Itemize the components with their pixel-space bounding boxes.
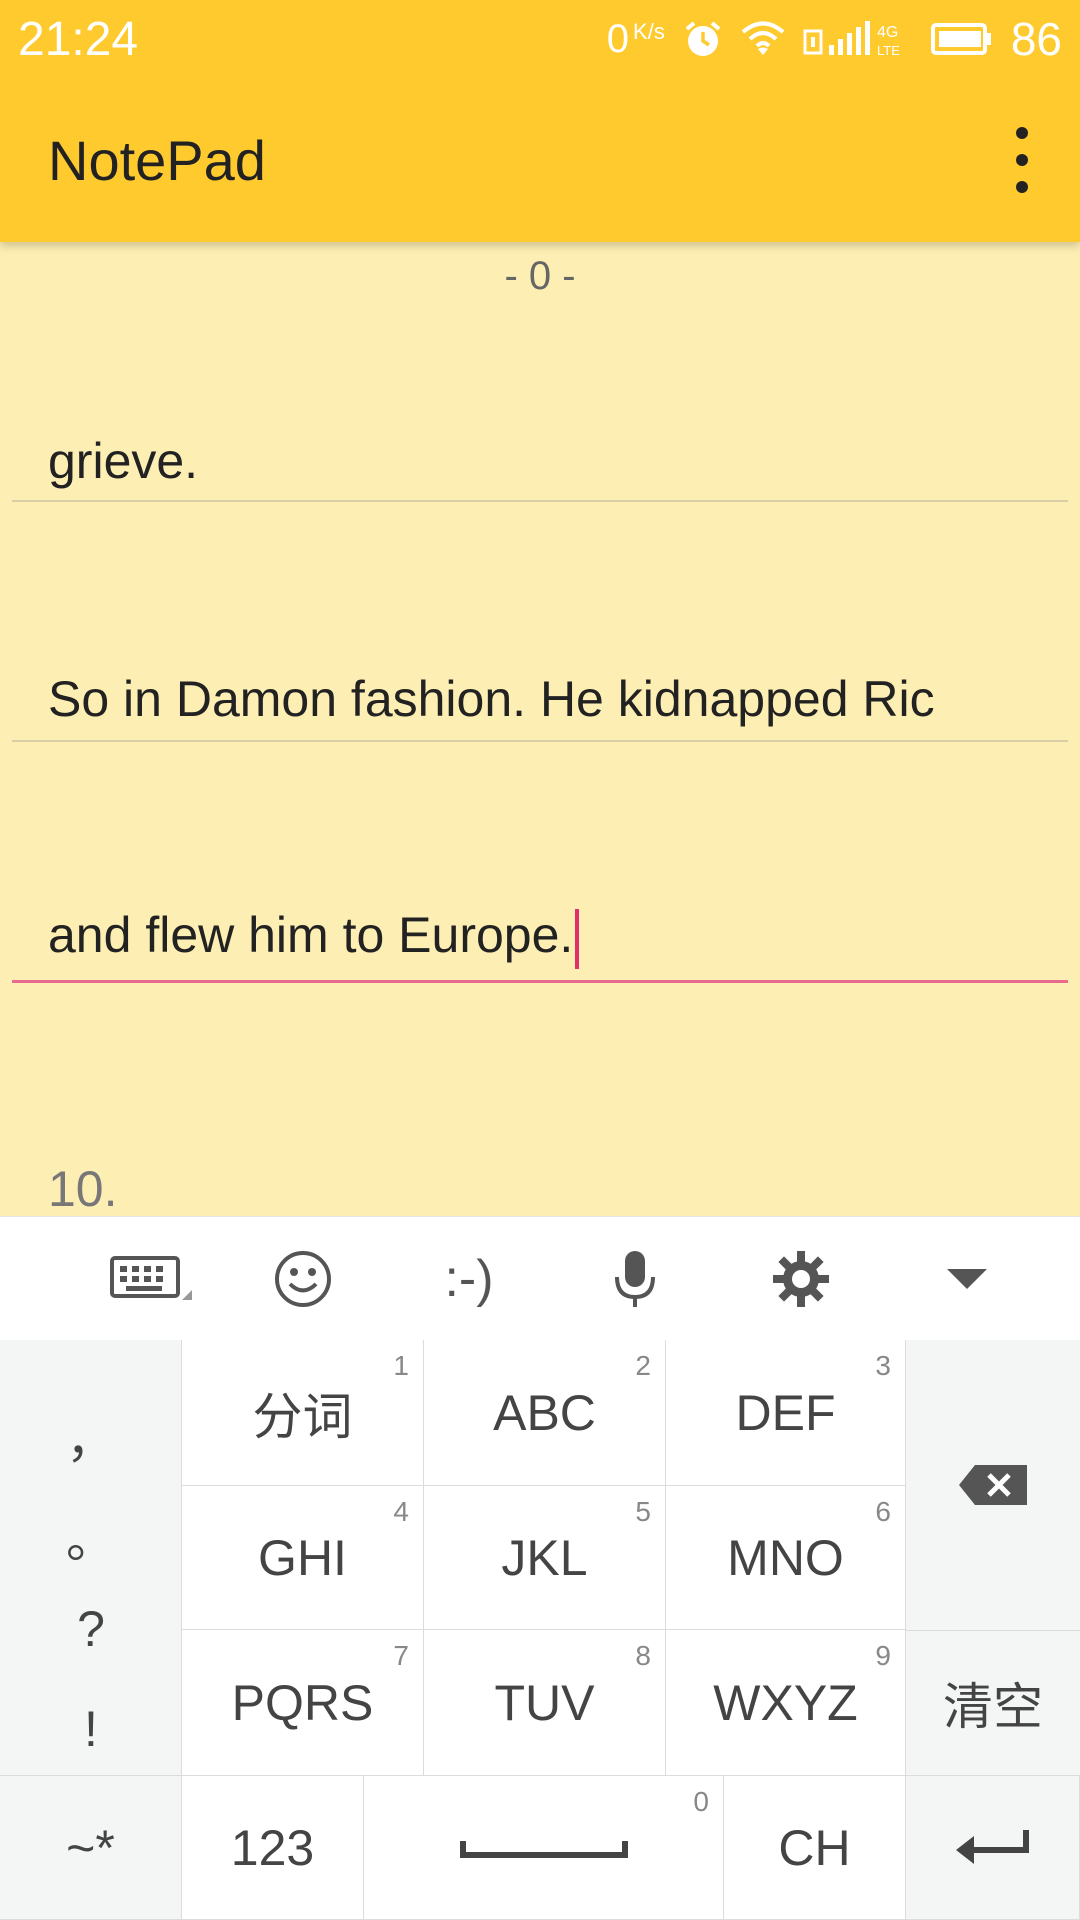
- net-speed-value: 0: [606, 16, 630, 61]
- enter-icon[interactable]: [906, 1776, 1080, 1920]
- active-line-divider: [12, 980, 1068, 983]
- key-digit: 0: [693, 1786, 709, 1817]
- net-speed-unit: K/s: [633, 18, 665, 44]
- key-digit: 2: [635, 1350, 651, 1381]
- svg-text:4G: 4G: [877, 24, 898, 41]
- clear-button[interactable]: 清空: [906, 1630, 1080, 1776]
- key-label: MNO: [727, 1529, 844, 1586]
- emoticon-button[interactable]: :-): [386, 1217, 552, 1341]
- punct-comma[interactable]: ，: [0, 1400, 182, 1472]
- alarm-icon: [683, 19, 723, 59]
- key-3[interactable]: DEF 3: [666, 1340, 906, 1486]
- battery-level: 86: [1010, 13, 1062, 65]
- key-label: TUV: [494, 1674, 595, 1731]
- key-7[interactable]: PQRS 7: [182, 1630, 424, 1776]
- key-label: WXYZ: [713, 1674, 858, 1731]
- key-4[interactable]: GHI 4: [182, 1486, 424, 1630]
- numbers-key[interactable]: 123: [182, 1776, 364, 1920]
- keyboard-toolbar: :-): [0, 1216, 1080, 1340]
- key-5[interactable]: JKL 5: [424, 1486, 666, 1630]
- space-key[interactable]: 0: [364, 1776, 724, 1920]
- wifi-icon: [741, 21, 785, 57]
- key-label: GHI: [258, 1529, 347, 1586]
- note-line-text: and flew him to Europe.: [48, 907, 574, 963]
- top-bar: 21:24 0 K/s 4G LTE 86 NotePad: [0, 0, 1080, 242]
- key-digit: 9: [875, 1640, 891, 1671]
- key-digit: 1: [393, 1350, 409, 1381]
- app-bar: NotePad: [0, 78, 1080, 242]
- key-digit: 8: [635, 1640, 651, 1671]
- text-cursor: [575, 908, 580, 969]
- status-bar: 21:24 0 K/s 4G LTE 86: [0, 0, 1080, 78]
- key-9[interactable]: WXYZ 9: [666, 1630, 906, 1776]
- key-label: DEF: [735, 1384, 836, 1441]
- punctuation-column[interactable]: ， 。 ? !: [0, 1340, 182, 1776]
- note-line-active[interactable]: and flew him to Europe.: [48, 906, 580, 969]
- collapse-down-icon[interactable]: [884, 1217, 1050, 1341]
- backspace-icon[interactable]: [906, 1340, 1080, 1630]
- keypad: ， 。 ? ! 分词 1 ABC 2 DEF 3 GHI 4 JKL 5 MNO…: [0, 1340, 1080, 1920]
- punct-question[interactable]: ?: [0, 1600, 182, 1658]
- key-digit: 4: [393, 1496, 409, 1527]
- key-label: ABC: [493, 1384, 596, 1441]
- svg-text:LTE: LTE: [877, 43, 900, 58]
- key-label: 分词: [252, 1388, 353, 1445]
- key-6[interactable]: MNO 6: [666, 1486, 906, 1630]
- key-digit: 3: [875, 1350, 891, 1381]
- smiley-icon[interactable]: [220, 1217, 386, 1341]
- punct-exclaim[interactable]: !: [0, 1700, 182, 1758]
- signal-icon: 4G LTE: [803, 19, 913, 59]
- line-divider: [12, 500, 1068, 502]
- key-1[interactable]: 分词 1: [182, 1340, 424, 1486]
- next-line-number: 10.: [48, 1161, 118, 1216]
- note-line[interactable]: grieve.: [48, 432, 198, 490]
- microphone-icon[interactable]: [552, 1217, 718, 1341]
- more-vert-icon[interactable]: [1002, 120, 1042, 200]
- key-8[interactable]: TUV 8: [424, 1630, 666, 1776]
- key-digit: 7: [393, 1640, 409, 1671]
- symbols-key[interactable]: ~*: [0, 1776, 182, 1920]
- gear-icon[interactable]: [718, 1217, 884, 1341]
- line-divider: [12, 740, 1068, 742]
- keyboard-icon[interactable]: [84, 1217, 220, 1341]
- key-label: JKL: [501, 1529, 588, 1586]
- page-number: - 0 -: [504, 254, 576, 298]
- key-label: PQRS: [231, 1674, 374, 1731]
- net-speed: 0 K/s: [607, 17, 665, 62]
- key-digit: 6: [875, 1496, 891, 1527]
- note-line[interactable]: So in Damon fashion. He kidnapped Ric: [48, 670, 935, 728]
- language-key[interactable]: CH: [724, 1776, 906, 1920]
- status-icons: 0 K/s 4G LTE 86: [607, 12, 1062, 66]
- battery-icon: [930, 22, 993, 56]
- app-title: NotePad: [48, 129, 266, 192]
- key-digit: 5: [635, 1496, 651, 1527]
- key-2[interactable]: ABC 2: [424, 1340, 666, 1486]
- note-editor[interactable]: - 0 - grieve. So in Damon fashion. He ki…: [0, 242, 1080, 1216]
- right-column: 清空: [906, 1340, 1080, 1776]
- space-bar-icon: [459, 1840, 628, 1858]
- punct-period[interactable]: 。: [0, 1500, 182, 1572]
- status-time: 21:24: [18, 13, 139, 66]
